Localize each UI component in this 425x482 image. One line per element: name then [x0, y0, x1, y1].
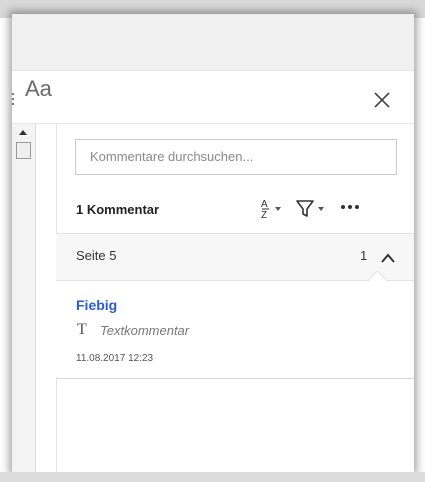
comment-search-input[interactable]: Kommentare durchsuchen...	[75, 139, 397, 175]
document-scrollbar[interactable]	[12, 124, 36, 472]
page-group-header[interactable]: Seite 5 1	[56, 234, 414, 280]
sort-button[interactable]: A Z	[258, 194, 288, 222]
svg-text:A: A	[261, 199, 268, 210]
window-titlebar	[12, 14, 414, 71]
chevron-up-icon[interactable]	[380, 249, 396, 263]
screenshot-frame: Aa Kommentare durchsuchen... 1 Kommentar…	[0, 0, 425, 482]
svg-text:Z: Z	[261, 210, 267, 221]
comment-item[interactable]: Fiebig T Textkommentar 11.08.2017 12:23	[56, 281, 414, 378]
filter-button[interactable]	[294, 194, 328, 222]
filter-icon	[296, 200, 324, 217]
comment-type: Textkommentar	[100, 323, 190, 338]
text-comment-icon: T	[77, 321, 87, 338]
divider	[56, 378, 414, 379]
document-edge	[36, 124, 57, 472]
sort-az-icon: A Z	[261, 199, 281, 221]
panel-header	[12, 71, 414, 124]
font-size-button[interactable]: Aa	[25, 78, 52, 100]
comment-panel-window: Aa Kommentare durchsuchen... 1 Kommentar…	[12, 14, 414, 472]
page-group-label: Seite 5	[76, 248, 117, 263]
more-options-icon[interactable]	[338, 196, 366, 218]
bottom-background	[0, 472, 425, 482]
comment-timestamp: 11.08.2017 12:23	[76, 353, 154, 364]
comment-count-label: 1 Kommentar	[76, 202, 160, 217]
list-icon[interactable]	[12, 93, 16, 107]
comment-author[interactable]: Fiebig	[76, 297, 117, 313]
scroll-up-arrow-icon[interactable]	[19, 130, 27, 135]
close-icon[interactable]	[372, 90, 392, 110]
scroll-thumb[interactable]	[16, 142, 31, 159]
page-group-count: 1	[360, 248, 368, 263]
